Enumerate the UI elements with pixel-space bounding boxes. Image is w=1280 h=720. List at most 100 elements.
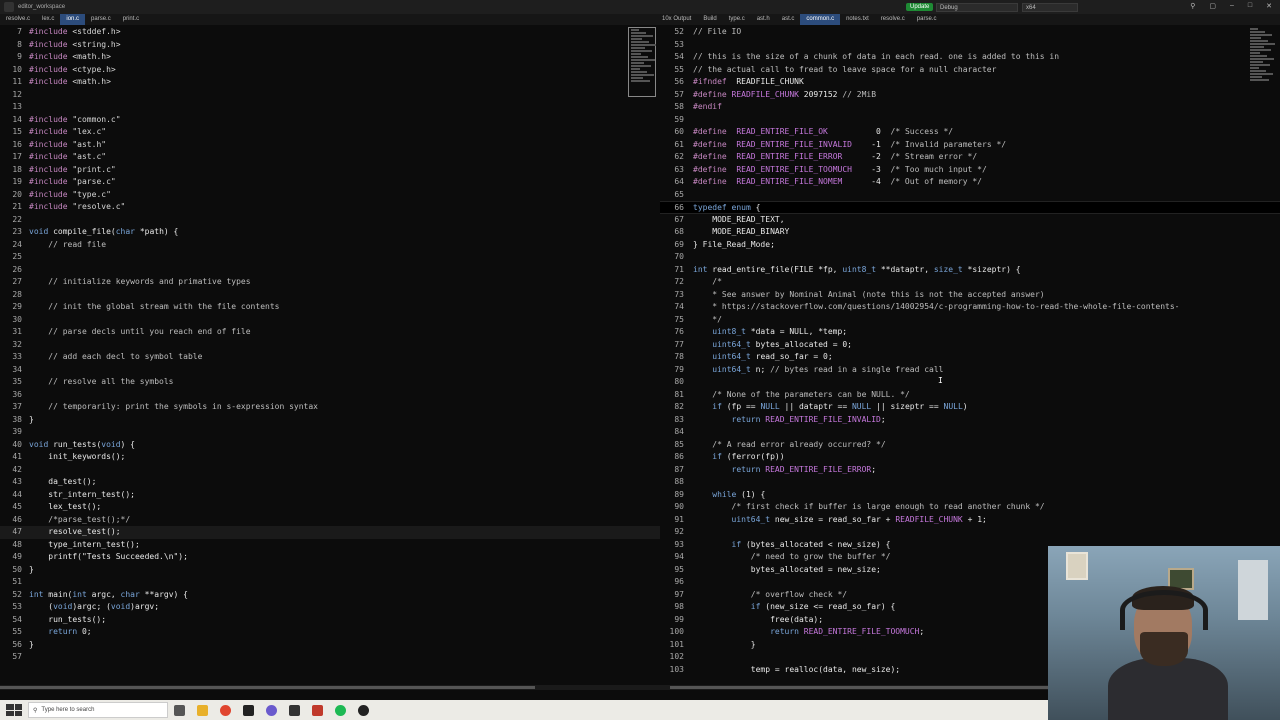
brave-browser-icon[interactable]	[220, 704, 231, 716]
code-line[interactable]: 66 typedef enum {	[660, 201, 1280, 214]
code-line[interactable]: 51	[0, 576, 660, 589]
code-line[interactable]: 57	[0, 651, 660, 664]
code-line[interactable]: 39	[0, 426, 660, 439]
maximize-icon[interactable]: □	[1248, 2, 1252, 10]
tab-ion-c[interactable]: ion.c	[60, 14, 86, 25]
code-line[interactable]: 86 if (ferror(fp))	[660, 451, 1280, 464]
code-line[interactable]: 14 #include "common.c"	[0, 114, 660, 127]
code-line[interactable]: 88	[660, 476, 1280, 489]
code-line[interactable]: 9 #include <math.h>	[0, 51, 660, 64]
code-line[interactable]: 73 * See answer by Nominal Animal (note …	[660, 289, 1280, 302]
left-editor-pane[interactable]: 7 #include <stddef.h> 8 #include <string.h>…	[0, 25, 660, 690]
code-line[interactable]: 62 #define READ_ENTIRE_FILE_ERROR -2 /* S…	[660, 151, 1280, 164]
code-line[interactable]: 33 // add each decl to symbol table	[0, 351, 660, 364]
code-line[interactable]: 55 return 0;	[0, 626, 660, 639]
tab-common-c[interactable]: common.c	[800, 14, 841, 25]
code-line[interactable]: 65	[660, 189, 1280, 202]
code-line[interactable]: 46 /*parse_test();*/	[0, 514, 660, 527]
code-line[interactable]: 83 return READ_ENTIRE_FILE_INVALID;	[660, 414, 1280, 427]
code-line[interactable]: 50}	[0, 564, 660, 577]
code-line[interactable]: 78 uint64_t read_so_far = 0;	[660, 351, 1280, 364]
code-line[interactable]: 34	[0, 364, 660, 377]
code-line[interactable]: 31 // parse decls until you reach end of…	[0, 326, 660, 339]
code-line[interactable]: 32	[0, 339, 660, 352]
code-line[interactable]: 69} File_Read_Mode;	[660, 239, 1280, 252]
code-line[interactable]: 38}	[0, 414, 660, 427]
code-line[interactable]: 17 #include "ast.c"	[0, 151, 660, 164]
tab-type-c[interactable]: type.c	[723, 14, 751, 25]
tab-parse-c[interactable]: parse.c	[85, 14, 117, 25]
code-line[interactable]: 63 #define READ_ENTIRE_FILE_TOOMUCH -3 /*…	[660, 164, 1280, 177]
terminal-icon[interactable]	[243, 704, 254, 716]
code-line[interactable]: 54 run_tests();	[0, 614, 660, 627]
tab-resolve-c[interactable]: resolve.c	[0, 14, 36, 25]
tab-ast-c[interactable]: ast.c	[776, 14, 801, 25]
code-line[interactable]: 85 /* A read error already occurred? */	[660, 439, 1280, 452]
code-line[interactable]: 40 void run_tests(void) {	[0, 439, 660, 452]
code-line[interactable]: 44 str_intern_test();	[0, 489, 660, 502]
code-line[interactable]: 19 #include "parse.c"	[0, 176, 660, 189]
code-line[interactable]: 92	[660, 526, 1280, 539]
left-horizontal-scrollbar[interactable]	[0, 685, 660, 690]
tab-10x-output[interactable]: 10x Output	[656, 14, 697, 25]
editor-icon[interactable]	[289, 704, 300, 716]
code-line[interactable]: 55 // the actual call to fread to leave s…	[660, 64, 1280, 77]
code-line[interactable]: 15 #include "lex.c"	[0, 126, 660, 139]
code-line[interactable]: 8 #include <string.h>	[0, 39, 660, 52]
code-line[interactable]: 37 // temporarily: print the symbols in …	[0, 401, 660, 414]
code-line[interactable]: 87 return READ_ENTIRE_FILE_ERROR;	[660, 464, 1280, 477]
code-line[interactable]: 20 #include "type.c"	[0, 189, 660, 202]
code-line[interactable]: 64 #define READ_ENTIRE_FILE_NOMEM -4 /* O…	[660, 176, 1280, 189]
code-line[interactable]: 23 void compile_file(char *path) {	[0, 226, 660, 239]
tab-ast-h[interactable]: ast.h	[751, 14, 776, 25]
code-line[interactable]: 28	[0, 289, 660, 302]
code-line[interactable]: 36	[0, 389, 660, 402]
code-line[interactable]: 53 (void)argc; (void)argv;	[0, 601, 660, 614]
update-button[interactable]: Update	[906, 3, 934, 11]
code-line[interactable]: 81 /* None of the parameters can be NULL…	[660, 389, 1280, 402]
code-line[interactable]: 91 uint64_t new_size = read_so_far + REA…	[660, 514, 1280, 527]
code-line[interactable]: 25	[0, 251, 660, 264]
app-dark-icon[interactable]	[358, 704, 369, 716]
right-minimap[interactable]	[1248, 27, 1278, 107]
code-line[interactable]: 61 #define READ_ENTIRE_FILE_INVALID -1 /*…	[660, 139, 1280, 152]
platform-dropdown[interactable]: x64	[1022, 3, 1078, 12]
code-line[interactable]: 56 #ifndef READFILE_CHUNK	[660, 76, 1280, 89]
task-view-icon[interactable]	[174, 704, 185, 716]
tab-lex-c[interactable]: lex.c	[36, 14, 60, 25]
config-dropdown[interactable]: Debug	[936, 3, 1018, 12]
code-line[interactable]: 57 #define READFILE_CHUNK 2097152 // 2MiB	[660, 89, 1280, 102]
tab-notes-txt[interactable]: notes.txt	[840, 14, 875, 25]
code-line[interactable]: 41 init_keywords();	[0, 451, 660, 464]
code-line[interactable]: 89 while (1) {	[660, 489, 1280, 502]
code-line[interactable]: 75 */	[660, 314, 1280, 327]
code-line[interactable]: 67 MODE_READ_TEXT,	[660, 214, 1280, 227]
code-line[interactable]: 52 // File IO	[660, 26, 1280, 39]
code-line[interactable]: 53	[660, 39, 1280, 52]
tab-parse-c[interactable]: parse.c	[911, 14, 943, 25]
code-line[interactable]: 48 type_intern_test();	[0, 539, 660, 552]
code-line[interactable]: 45 lex_test();	[0, 501, 660, 514]
code-line[interactable]: 74 * https://stackoverflow.com/questions…	[660, 301, 1280, 314]
code-line[interactable]: 13	[0, 101, 660, 114]
tab-build[interactable]: Build	[697, 14, 722, 25]
code-line[interactable]: 49 printf("Tests Succeeded.\n");	[0, 551, 660, 564]
panel-icon[interactable]: ▢	[1209, 2, 1216, 10]
left-code-area[interactable]: 7 #include <stddef.h> 8 #include <string.h>…	[0, 26, 660, 664]
app-red-icon[interactable]	[312, 704, 323, 716]
code-line[interactable]: 79 uint64_t n; // bytes read in a single…	[660, 364, 1280, 377]
code-line[interactable]: 27 // initialize keywords and primative …	[0, 276, 660, 289]
code-line[interactable]: 21 #include "resolve.c"	[0, 201, 660, 214]
code-line[interactable]: 7 #include <stddef.h>	[0, 26, 660, 39]
code-line[interactable]: 59	[660, 114, 1280, 127]
code-line[interactable]: 80	[660, 376, 1280, 389]
code-line[interactable]: 43 da_test();	[0, 476, 660, 489]
code-line[interactable]: 26	[0, 264, 660, 277]
code-line[interactable]: 18 #include "print.c"	[0, 164, 660, 177]
code-line[interactable]: 29 // init the global stream with the fi…	[0, 301, 660, 314]
code-line[interactable]: 84	[660, 426, 1280, 439]
code-line[interactable]: 12	[0, 89, 660, 102]
code-line[interactable]: 30	[0, 314, 660, 327]
code-line[interactable]: 42	[0, 464, 660, 477]
obs-icon[interactable]	[266, 704, 277, 716]
